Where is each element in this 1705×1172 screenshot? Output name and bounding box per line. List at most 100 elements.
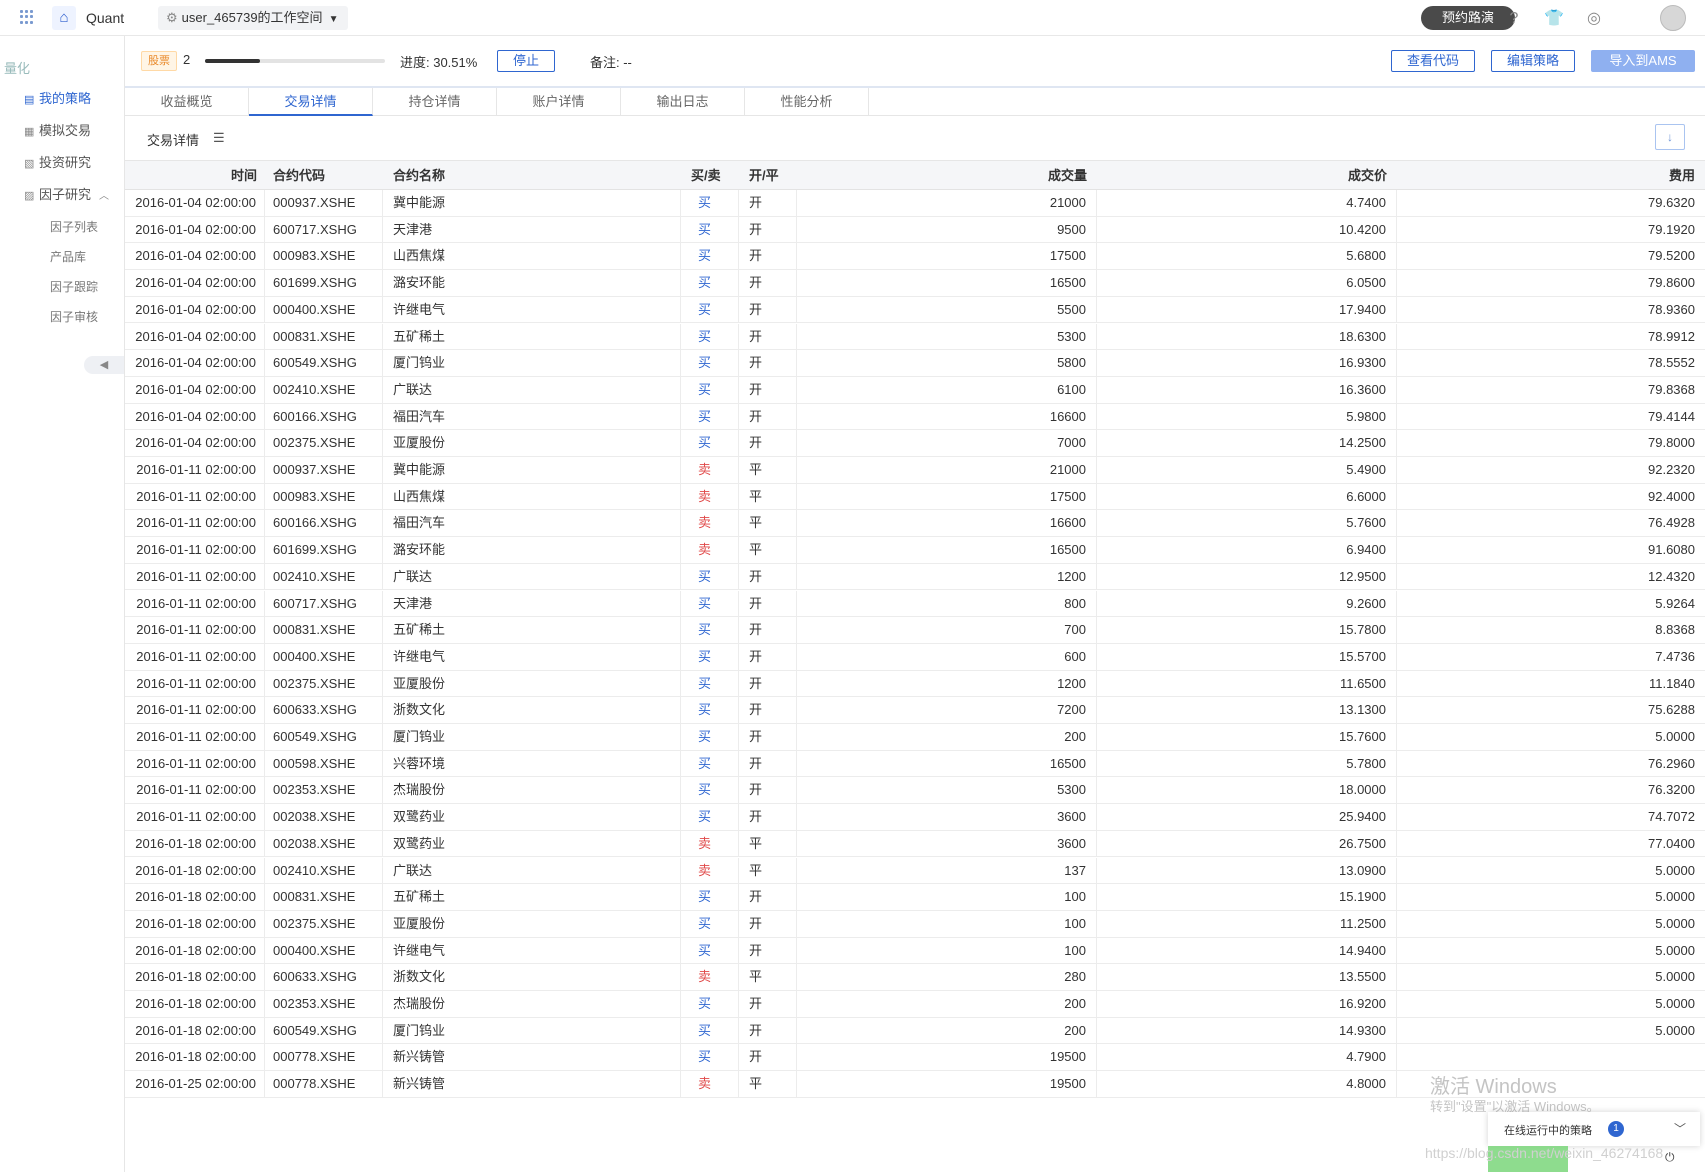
cell-time: 2016-01-18 02:00:00 <box>125 857 265 885</box>
table-row[interactable]: 2016-01-11 02:00:00 000983.XSHE 山西焦煤卖平 1750… <box>125 483 1705 511</box>
table-row[interactable]: 2016-01-11 02:00:00 601699.XSHG 潞安环能卖平 1650… <box>125 537 1705 564</box>
table-row[interactable]: 2016-01-11 02:00:00 002410.XSHE 广联达买开 1200 1… <box>125 563 1705 591</box>
table-row[interactable]: 2016-01-04 02:00:00 000400.XSHE 许继电气买开 5500… <box>125 296 1705 324</box>
table-row[interactable]: 2016-01-11 02:00:00 600717.XSHG 天津港买开 800 9.… <box>125 590 1705 618</box>
tab-account[interactable]: 账户详情 <box>497 88 621 116</box>
help-icon[interactable]: ? <box>1503 8 1525 30</box>
edit-strategy-button[interactable]: 编辑策略 <box>1491 50 1575 72</box>
table-row[interactable]: 2016-01-11 02:00:00 002375.XSHE 亚厦股份买开 1200… <box>125 670 1705 698</box>
tab-log[interactable]: 输出日志 <box>621 88 745 116</box>
table-row[interactable]: 2016-01-18 02:00:00 002353.XSHE 杰瑞股份买开 200 1… <box>125 991 1705 1018</box>
table-row[interactable]: 2016-01-11 02:00:00 600549.XSHG 厦门钨业买开 200 1… <box>125 724 1705 751</box>
list-icon[interactable]: ☰ <box>213 130 225 146</box>
section-header: 交易详情 ☰ ↓ <box>125 116 1705 161</box>
table-row[interactable]: 2016-01-04 02:00:00 600717.XSHG 天津港买开 9500 1… <box>125 216 1705 244</box>
cell-price: 6.9400 <box>1097 537 1397 564</box>
power-icon[interactable]: ⏻ <box>1665 1150 1675 1165</box>
table-row[interactable]: 2016-01-04 02:00:00 002375.XSHE 亚厦股份买开 7000… <box>125 430 1705 457</box>
apps-grid-icon[interactable] <box>20 10 34 24</box>
table-row[interactable]: 2016-01-11 02:00:00 600633.XSHG 浙数文化买开 7200… <box>125 697 1705 724</box>
table-row[interactable]: 2016-01-18 02:00:00 002375.XSHE 亚厦股份买开 100 1… <box>125 910 1705 938</box>
cell-time: 2016-01-11 02:00:00 <box>125 724 265 751</box>
header-open-close[interactable]: 开/平 <box>739 161 797 190</box>
sidebar-item-my-strategy[interactable]: ▤ 我的策略 <box>24 88 91 107</box>
tab-trade-details[interactable]: 交易详情 <box>249 88 373 116</box>
table-row[interactable]: 2016-01-18 02:00:00 600633.XSHG 浙数文化卖平 280 1… <box>125 964 1705 991</box>
view-code-button[interactable]: 查看代码 <box>1391 50 1475 72</box>
table-row[interactable]: 2016-01-18 02:00:00 000831.XSHE 五矿稀土买开 100 1… <box>125 884 1705 911</box>
table-row[interactable]: 2016-01-11 02:00:00 000598.XSHE 兴蓉环境买开 1650… <box>125 750 1705 778</box>
cell-time: 2016-01-04 02:00:00 <box>125 270 265 297</box>
sidebar-item-research[interactable]: ▧ 投资研究 <box>24 152 91 171</box>
cell-price: 11.6500 <box>1097 670 1397 698</box>
cell-fee: 12.4320 <box>1648 568 1695 584</box>
header-fee[interactable]: 费用 <box>1397 161 1705 190</box>
cell-buy-sell: 卖 <box>681 964 739 991</box>
table-row[interactable]: 2016-01-04 02:00:00 002410.XSHE 广联达买开 6100 1… <box>125 376 1705 404</box>
cell-time: 2016-01-11 02:00:00 <box>125 777 265 805</box>
stop-button[interactable]: 停止 <box>497 50 555 72</box>
header-buy-sell[interactable]: 买/卖 <box>681 161 739 190</box>
cell-price: 13.1300 <box>1097 697 1397 724</box>
shirt-icon[interactable]: 👕 <box>1543 8 1565 30</box>
running-strategies-panel[interactable]: 在线运行中的策略 1 ﹀ <box>1488 1112 1700 1146</box>
cell-code: 002038.XSHE <box>265 830 383 858</box>
cell-buy-sell: 买 <box>681 1044 739 1072</box>
cell-buy-sell: 买 <box>681 376 739 404</box>
download-button[interactable]: ↓ <box>1655 124 1685 150</box>
table-row[interactable]: 2016-01-18 02:00:00 000400.XSHE 许继电气买开 100 1… <box>125 937 1705 965</box>
table-row[interactable]: 2016-01-11 02:00:00 000937.XSHE 冀中能源卖平 2100… <box>125 457 1705 484</box>
table-row[interactable]: 2016-01-04 02:00:00 000983.XSHE 山西焦煤买开 1750… <box>125 243 1705 271</box>
logo-icon: ⌂ <box>52 6 76 30</box>
header-volume[interactable]: 成交量 <box>797 161 1097 190</box>
cell-code: 000831.XSHE <box>265 884 383 911</box>
table-row[interactable]: 2016-01-18 02:00:00 002410.XSHE 广联达卖平 137 13… <box>125 857 1705 885</box>
table-row[interactable]: 2016-01-11 02:00:00 600166.XSHG 福田汽车卖平 1660… <box>125 510 1705 538</box>
cell-time: 2016-01-11 02:00:00 <box>125 590 265 618</box>
header-time[interactable]: 时间 <box>125 161 265 190</box>
table-row[interactable]: 2016-01-18 02:00:00 002038.XSHE 双鹭药业卖平 3600… <box>125 830 1705 858</box>
cell-open-close: 开 <box>739 376 797 404</box>
table-row[interactable]: 2016-01-04 02:00:00 000831.XSHE 五矿稀土买开 5300… <box>125 323 1705 351</box>
table-row[interactable]: 2016-01-04 02:00:00 600549.XSHG 厦门钨业买开 5800… <box>125 350 1705 377</box>
cell-name: 亚厦股份 <box>383 430 681 457</box>
header-name[interactable]: 合约名称 <box>383 161 681 190</box>
table-row[interactable]: 2016-01-11 02:00:00 002353.XSHE 杰瑞股份买开 5300… <box>125 777 1705 805</box>
cell-time: 2016-01-18 02:00:00 <box>125 964 265 991</box>
sidebar-subitem-factor-track[interactable]: 因子跟踪 <box>50 278 98 295</box>
tab-positions[interactable]: 持仓详情 <box>373 88 497 116</box>
download-icon: ↓ <box>1667 130 1673 144</box>
cell-code: 002353.XSHE <box>265 991 383 1018</box>
header-price[interactable]: 成交价 <box>1097 161 1397 190</box>
collapse-sidebar-icon[interactable]: ◀ <box>84 356 124 374</box>
table-row[interactable]: 2016-01-04 02:00:00 000937.XSHE 冀中能源买开 2100… <box>125 190 1705 217</box>
tab-performance[interactable]: 性能分析 <box>745 88 869 116</box>
table-row[interactable]: 2016-01-11 02:00:00 000831.XSHE 五矿稀土买开 700 1… <box>125 617 1705 644</box>
cell-name: 双鹭药业 <box>383 830 681 858</box>
tab-overview[interactable]: 收益概览 <box>125 88 249 116</box>
sidebar-item-factor-research[interactable]: ▨ 因子研究 ︿ <box>24 184 109 203</box>
cell-buy-sell: 买 <box>681 350 739 377</box>
workspace-selector[interactable]: ⚙ user_465739的工作空间 ▼ <box>158 6 349 30</box>
sidebar-subitem-factor-review[interactable]: 因子审核 <box>50 308 98 325</box>
sidebar-subitem-factor-list[interactable]: 因子列表 <box>50 218 98 235</box>
sidebar-subitem-product-lib[interactable]: 产品库 <box>50 248 86 265</box>
table-row[interactable]: 2016-01-11 02:00:00 002038.XSHE 双鹭药业买开 3600… <box>125 804 1705 831</box>
header-code[interactable]: 合约代码 <box>265 161 383 190</box>
roadshow-button[interactable]: 预约路演 <box>1421 6 1515 30</box>
table-row[interactable]: 2016-01-11 02:00:00 000400.XSHE 许继电气买开 600 1… <box>125 643 1705 671</box>
sidebar-item-sim-trade[interactable]: ▦ 模拟交易 <box>24 120 91 139</box>
table-row[interactable]: 2016-01-18 02:00:00 000778.XSHE 新兴铸管买开 1950… <box>125 1044 1705 1072</box>
cell-price: 5.6800 <box>1097 243 1397 271</box>
progress-text: 进度: 30.51% <box>400 55 478 70</box>
table-row[interactable]: 2016-01-04 02:00:00 601699.XSHG 潞安环能买开 1650… <box>125 270 1705 297</box>
cell-volume: 200 <box>797 991 1097 1018</box>
cell-volume: 700 <box>797 617 1097 644</box>
community-icon[interactable]: ◎ <box>1583 8 1605 30</box>
import-ams-button[interactable]: 导入到AMS <box>1591 50 1695 72</box>
chevron-down-icon[interactable]: ﹀ <box>1674 1120 1686 1137</box>
avatar[interactable] <box>1660 5 1686 31</box>
cell-price: 13.5500 <box>1097 964 1397 991</box>
table-row[interactable]: 2016-01-18 02:00:00 600549.XSHG 厦门钨业买开 200 1… <box>125 1017 1705 1045</box>
table-row[interactable]: 2016-01-04 02:00:00 600166.XSHG 福田汽车买开 1660… <box>125 403 1705 431</box>
